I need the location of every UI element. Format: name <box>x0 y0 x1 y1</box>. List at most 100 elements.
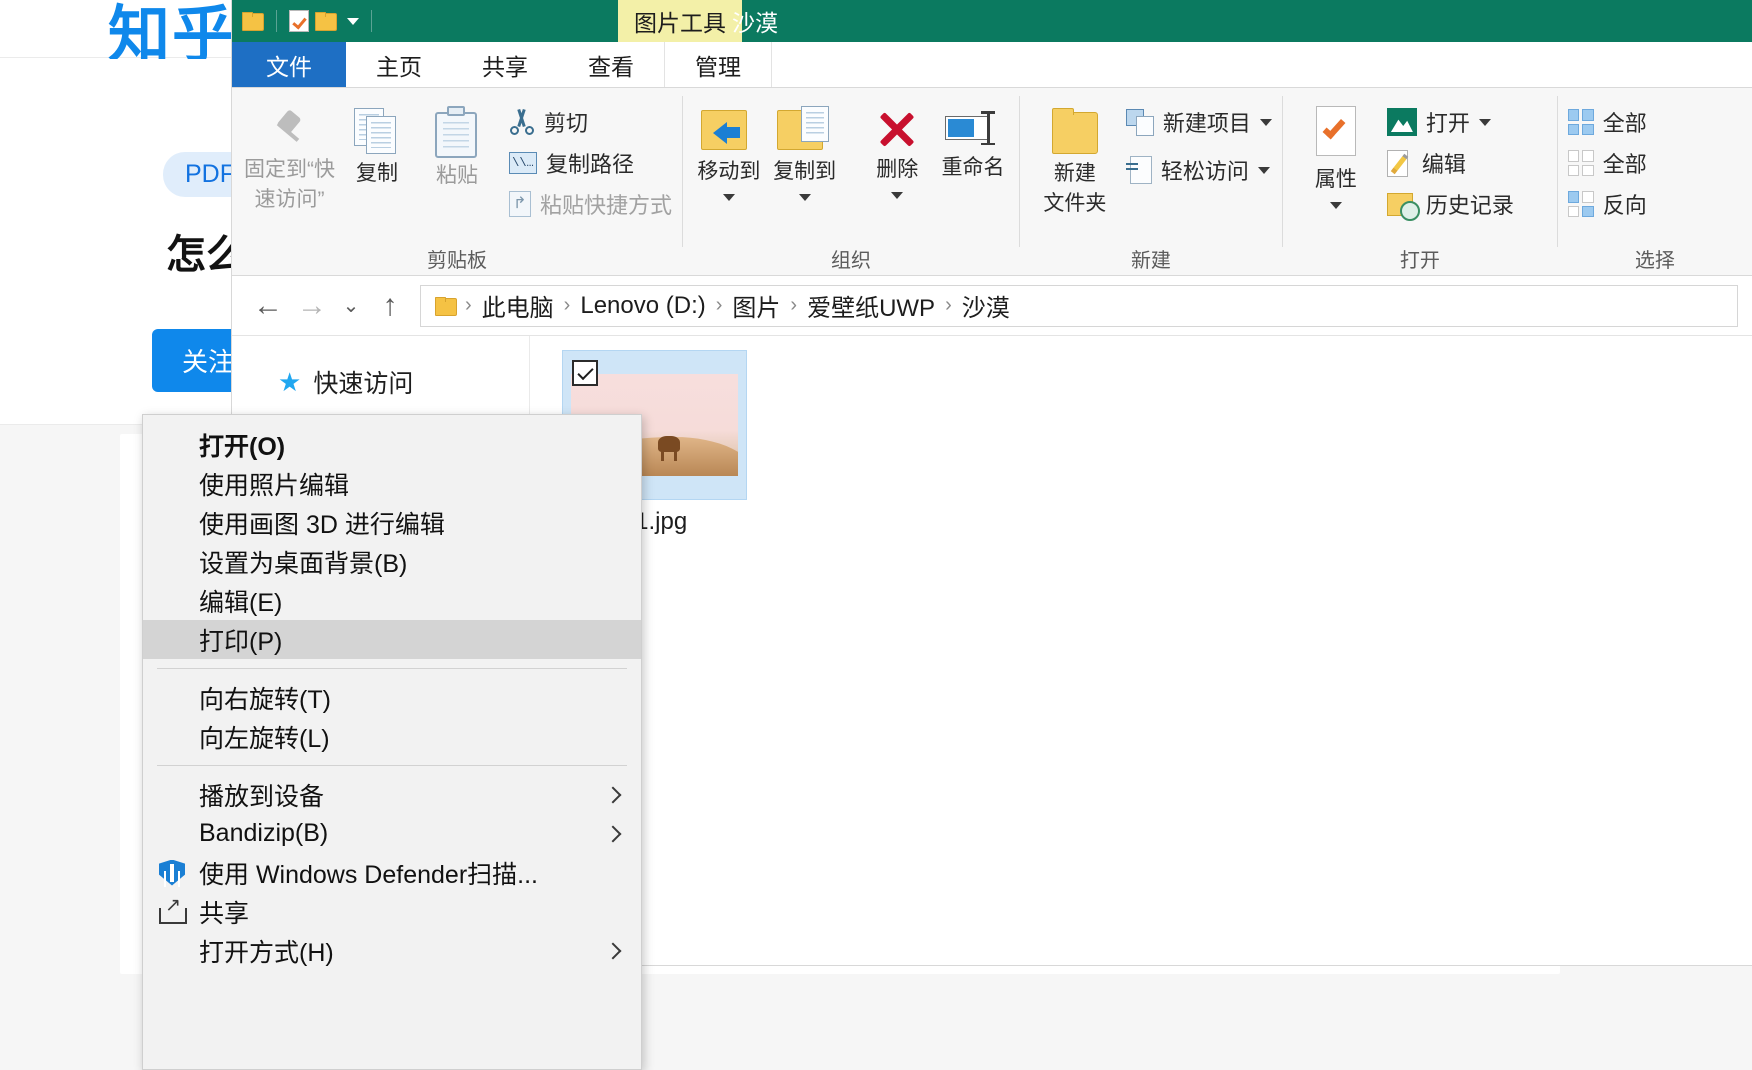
file-checkbox[interactable] <box>572 360 598 386</box>
clipboard-small-buttons: 剪切 \\… 复制路径 粘贴快捷方式 <box>508 102 672 220</box>
menu-item-bandizip[interactable]: Bandizip(B) <box>143 814 641 853</box>
breadcrumb-item-wallpaper-uwp[interactable]: 爱壁纸UWP <box>801 288 941 323</box>
toolbar-divider <box>276 10 277 32</box>
tab-home[interactable]: 主页 <box>346 42 452 87</box>
select-all-icon <box>1567 109 1594 135</box>
properties-icon[interactable] <box>289 10 309 32</box>
ribbon-group-select: 全部 全部 反向 选择 <box>1558 88 1752 275</box>
chevron-down-icon[interactable] <box>891 192 904 200</box>
chevron-down-icon[interactable] <box>1257 166 1270 174</box>
menu-item-edit[interactable]: 编辑(E) <box>143 581 641 620</box>
paste-shortcut-button[interactable]: 粘贴快捷方式 <box>508 188 672 220</box>
ribbon-group-open: 属性 打开 编辑 历史记录 打开 <box>1283 88 1557 275</box>
copy-button[interactable]: 复制 <box>337 102 417 190</box>
move-to-icon <box>700 106 757 154</box>
paste-shortcut-icon <box>508 191 531 217</box>
menu-item-print[interactable]: 打印(P) <box>143 620 641 659</box>
menu-item-rotate-left[interactable]: 向左旋转(L) <box>143 717 641 756</box>
folder-icon[interactable] <box>315 12 337 31</box>
select-small-buttons: 全部 全部 反向 <box>1567 102 1647 220</box>
group-label-open: 打开 <box>1399 249 1440 272</box>
delete-button[interactable]: 删除 <box>861 102 933 203</box>
edit-button[interactable]: 编辑 <box>1386 147 1514 179</box>
group-label-organize: 组织 <box>830 249 871 272</box>
copy-path-button[interactable]: \\… 复制路径 <box>508 147 672 179</box>
quick-access-toolbar <box>242 0 378 42</box>
new-item-button[interactable]: 新建项目 <box>1125 106 1272 138</box>
chevron-down-icon[interactable] <box>798 194 811 202</box>
move-to-button[interactable]: 移动到 <box>693 102 765 205</box>
delete-icon <box>874 106 920 152</box>
select-none-button[interactable]: 全部 <box>1567 147 1647 179</box>
chevron-right-icon <box>604 786 622 803</box>
tab-manage[interactable]: 管理 <box>664 42 772 87</box>
ribbon-group-organize: 移动到 复制到 删除 重命名 组织 <box>683 88 1019 275</box>
forward-button[interactable]: → <box>290 284 334 328</box>
new-folder-icon <box>1048 106 1102 156</box>
up-button[interactable]: ↑ <box>368 284 412 328</box>
select-all-button[interactable]: 全部 <box>1567 106 1647 138</box>
sidebar-item-quick-access[interactable]: ★ 快速访问 <box>278 364 529 400</box>
breadcrumb-item-drive-d[interactable]: Lenovo (D:) <box>574 292 711 320</box>
history-icon <box>1386 190 1420 221</box>
history-button[interactable]: 历史记录 <box>1386 188 1514 221</box>
invert-selection-button[interactable]: 反向 <box>1567 188 1647 220</box>
chevron-down-icon[interactable] <box>1329 202 1342 210</box>
address-bar: ← → ⌄ ↑ › 此电脑 › Lenovo (D:) › 图片 › 爱壁纸UW… <box>232 276 1752 336</box>
menu-item-edit-with-photos[interactable]: 使用照片编辑 <box>143 464 641 503</box>
easy-access-button[interactable]: 轻松访问 <box>1125 154 1272 186</box>
tab-file[interactable]: 文件 <box>232 42 346 87</box>
back-button[interactable]: ← <box>246 284 290 328</box>
copy-to-icon <box>776 106 833 154</box>
breadcrumb-item-this-pc[interactable]: 此电脑 <box>476 288 560 323</box>
open-button[interactable]: 打开 <box>1386 106 1514 138</box>
folder-icon[interactable] <box>242 12 264 31</box>
chevron-down-icon[interactable] <box>1259 118 1272 126</box>
breadcrumb-separator: › <box>715 294 723 316</box>
explorer-titlebar: 图片工具 沙漠 <box>232 0 1752 42</box>
tab-view[interactable]: 查看 <box>558 42 664 87</box>
ribbon-body: 固定到“快 速访问” 复制 粘贴 剪切 \\… 复制路径 ↱ 粘贴快捷方式 剪贴… <box>232 88 1752 276</box>
breadcrumb[interactable]: › 此电脑 › Lenovo (D:) › 图片 › 爱壁纸UWP › 沙漠 <box>420 284 1738 327</box>
rename-button[interactable]: 重命名 <box>937 102 1009 184</box>
pin-to-quick-access-button[interactable]: 固定到“快 速访问” <box>242 102 337 216</box>
properties-button[interactable]: 属性 <box>1293 102 1379 213</box>
breadcrumb-separator: › <box>563 294 571 316</box>
cut-button[interactable]: 剪切 <box>509 106 672 138</box>
chevron-right-icon <box>604 825 622 842</box>
menu-item-edit-with-paint3d[interactable]: 使用画图 3D 进行编辑 <box>143 503 641 542</box>
breadcrumb-item-pictures[interactable]: 图片 <box>726 288 786 323</box>
breadcrumb-item-desert[interactable]: 沙漠 <box>956 288 1016 323</box>
chevron-down-icon[interactable] <box>347 17 359 25</box>
select-none-icon <box>1567 150 1594 176</box>
edit-pencil-icon <box>1386 149 1413 177</box>
menu-separator <box>157 765 627 766</box>
menu-item-open-with[interactable]: 打开方式(H) <box>143 931 641 970</box>
copy-icon <box>352 106 402 156</box>
file-list-pane: 21.jpg <box>530 336 1752 953</box>
menu-item-label: 打开方式(H) <box>199 938 334 967</box>
easy-access-icon <box>1125 156 1152 184</box>
chevron-down-icon[interactable] <box>1478 118 1491 126</box>
star-icon: ★ <box>278 366 302 397</box>
chevron-right-icon <box>604 942 622 959</box>
camel-shape <box>657 435 680 461</box>
contextual-tab-picture-tools[interactable]: 图片工具 <box>618 0 742 42</box>
new-folder-button[interactable]: 新建 文件夹 <box>1030 102 1120 220</box>
menu-item-open[interactable]: 打开(O) <box>143 425 641 464</box>
menu-item-scan-with-windows-defender[interactable]: 使用 Windows Defender扫描... <box>143 853 641 892</box>
open-small-buttons: 打开 编辑 历史记录 <box>1386 102 1514 221</box>
scissors-icon <box>509 109 535 135</box>
ribbon-tab-strip: 文件 主页 共享 查看 管理 <box>232 42 1752 88</box>
new-item-icon <box>1125 109 1154 136</box>
paste-button[interactable]: 粘贴 <box>417 102 497 192</box>
menu-item-share[interactable]: 共享 <box>143 892 641 931</box>
breadcrumb-separator: › <box>790 294 798 316</box>
menu-item-rotate-right[interactable]: 向右旋转(T) <box>143 678 641 717</box>
tab-share[interactable]: 共享 <box>452 42 558 87</box>
recent-locations-button[interactable]: ⌄ <box>334 284 368 328</box>
menu-item-set-as-desktop-background[interactable]: 设置为桌面背景(B) <box>143 542 641 581</box>
copy-to-button[interactable]: 复制到 <box>769 102 841 205</box>
menu-item-cast-to-device[interactable]: 播放到设备 <box>143 775 641 814</box>
chevron-down-icon[interactable] <box>722 194 735 202</box>
